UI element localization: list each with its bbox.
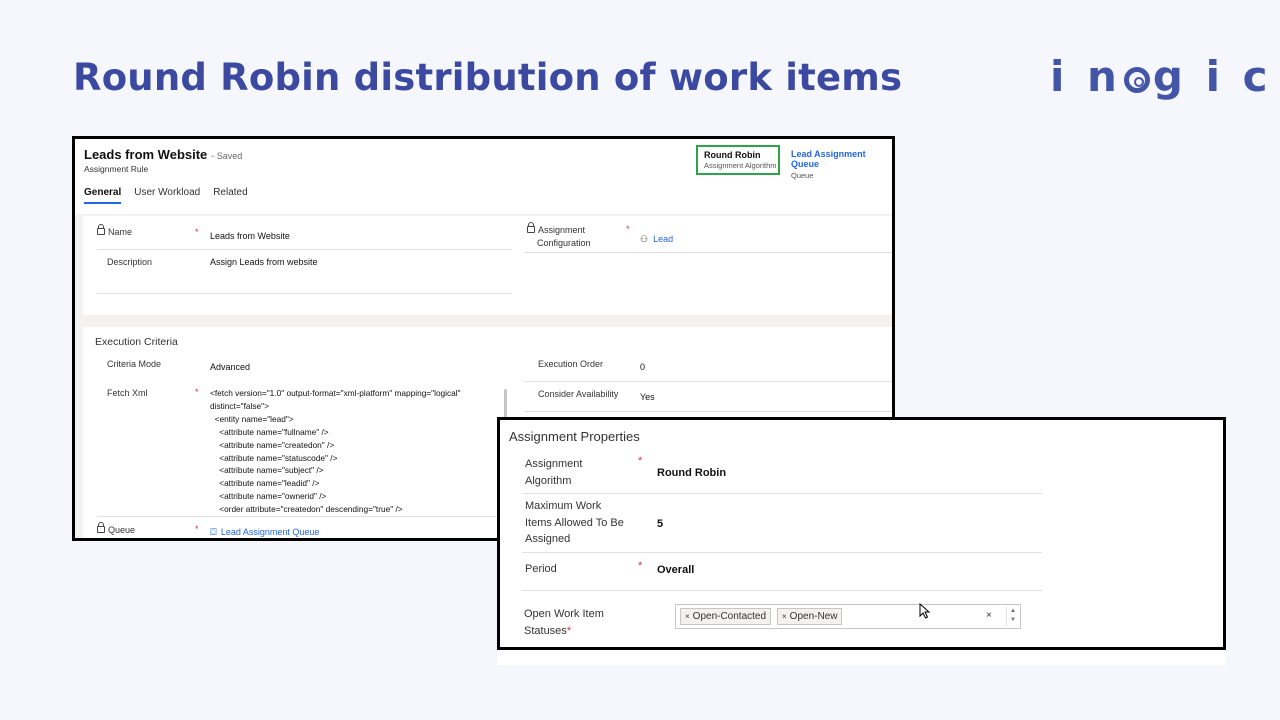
general-section-bg: Name * Leads from Website Description As… xyxy=(75,214,892,322)
divider xyxy=(524,252,892,253)
open-statuses-multiselect[interactable]: × Open-Contacted × Open-New × ▲ ▼ xyxy=(675,604,1021,629)
panel-shadow-strip xyxy=(497,650,1226,665)
slide-title: Round Robin distribution of work items xyxy=(73,56,903,99)
fetch-xml-line: <fetch version="1.0" output-format="xml-… xyxy=(210,388,461,398)
fetch-xml-line: <attribute name="leadid" /> xyxy=(210,478,320,489)
form-header: Leads from Website - Saved Assignment Rul… xyxy=(75,139,892,215)
fetch-xml-line: <attribute name="ownerid" /> xyxy=(210,491,327,502)
spinner-icon[interactable]: ▲ ▼ xyxy=(1006,607,1019,626)
tab-related[interactable]: Related xyxy=(213,187,247,204)
divider xyxy=(97,516,512,517)
fetch-xml-line: <order attribute="createdon" descending=… xyxy=(210,504,403,515)
queue-label: Queue xyxy=(97,522,135,535)
mouse-cursor-icon xyxy=(919,603,931,619)
tab-user-workload[interactable]: User Workload xyxy=(134,187,200,204)
fetch-xml-line: <entity name="lead"> xyxy=(210,413,294,424)
divider xyxy=(97,293,512,294)
header-algorithm-highlight: Round Robin Assignment Algorithm xyxy=(696,145,780,175)
assignment-config-link[interactable]: ⚇ Lead xyxy=(640,234,673,245)
required-marker: * xyxy=(195,524,199,534)
remove-tag-icon[interactable]: × xyxy=(782,612,787,621)
header-queue-label: Queue xyxy=(791,171,814,180)
section-title: Assignment Properties xyxy=(509,429,640,444)
fetch-xml-line: distinct="false"> xyxy=(210,400,269,411)
fetch-xml-line: <attribute name="statuscode" /> xyxy=(210,452,338,463)
clear-all-icon[interactable]: × xyxy=(986,610,992,621)
assignment-config-label: Assignment Configuration xyxy=(527,222,591,250)
execution-order-label: Execution Order xyxy=(538,359,604,369)
general-section: Name * Leads from Website Description As… xyxy=(83,216,892,315)
required-marker: * xyxy=(638,560,643,572)
status-tag[interactable]: × Open-Contacted xyxy=(680,608,772,625)
max-work-items-label: Maximum Work Items Allowed To Be Assigned xyxy=(525,500,624,545)
header-queue: Lead Assignment Queue Queue xyxy=(791,149,892,180)
consider-availability-label: Consider Availability xyxy=(538,389,619,399)
description-label: Description xyxy=(107,257,153,267)
execution-order-value[interactable]: 0 xyxy=(640,362,645,372)
record-type: Assignment Rule xyxy=(84,164,149,174)
record-name: Leads from Website xyxy=(84,147,208,162)
record-title: Leads from Website - Saved xyxy=(84,147,242,162)
period-label: Period xyxy=(525,563,557,575)
open-statuses-label: Open Work Item Statuses* xyxy=(524,608,604,637)
required-marker: * xyxy=(195,227,199,237)
form-tabs: General User Workload Related xyxy=(84,187,248,204)
assignment-algorithm-label: Assignment Algorithm xyxy=(525,458,583,487)
header-queue-link[interactable]: Lead Assignment Queue xyxy=(791,149,892,169)
lock-icon xyxy=(527,222,535,233)
name-label: Name xyxy=(97,224,132,237)
fetch-xml-line: <attribute name="fullname" /> xyxy=(210,426,329,437)
divider xyxy=(524,381,892,382)
consider-availability-value[interactable]: Yes xyxy=(640,392,655,402)
section-title: Execution Criteria xyxy=(95,336,178,348)
queue-icon: ⛋ xyxy=(210,527,217,537)
divider xyxy=(97,249,512,250)
name-field[interactable]: Leads from Website xyxy=(210,231,290,241)
entity-icon: ⚇ xyxy=(640,234,649,244)
assignment-properties-panel: Assignment Properties Assignment Algorith… xyxy=(497,417,1226,650)
max-work-items-value[interactable]: 5 xyxy=(657,518,663,530)
criteria-mode-label: Criteria Mode xyxy=(107,359,162,369)
save-status: - Saved xyxy=(211,151,243,161)
fetch-xml-line: <attribute name="subject" /> xyxy=(210,465,324,476)
required-marker: * xyxy=(626,224,630,234)
lock-icon xyxy=(97,224,105,235)
divider xyxy=(522,552,1042,553)
criteria-mode-value[interactable]: Advanced xyxy=(210,362,250,372)
header-algorithm-value: Round Robin xyxy=(704,150,761,160)
queue-link[interactable]: ⛋ Lead Assignment Queue xyxy=(210,527,319,538)
description-field[interactable]: Assign Leads from website xyxy=(210,257,318,267)
inogic-logo: i ng i c xyxy=(1050,52,1272,101)
lock-icon xyxy=(97,522,105,533)
fetch-xml-line: <attribute name="createdon" /> xyxy=(210,439,335,450)
header-algorithm-label: Assignment Algorithm xyxy=(704,161,777,170)
status-tag[interactable]: × Open-New xyxy=(777,608,843,625)
tab-general[interactable]: General xyxy=(84,187,122,204)
divider xyxy=(524,411,892,412)
required-marker: * xyxy=(638,455,643,467)
fetch-xml-label: Fetch Xml xyxy=(107,388,148,398)
divider xyxy=(522,493,1042,494)
assignment-algorithm-value[interactable]: Round Robin xyxy=(657,467,726,479)
fetch-xml-editor[interactable]: <fetch version="1.0" output-format="xml-… xyxy=(210,387,490,516)
divider xyxy=(522,590,1042,591)
remove-tag-icon[interactable]: × xyxy=(685,612,690,621)
required-marker: * xyxy=(195,387,199,397)
period-value[interactable]: Overall xyxy=(657,564,694,576)
